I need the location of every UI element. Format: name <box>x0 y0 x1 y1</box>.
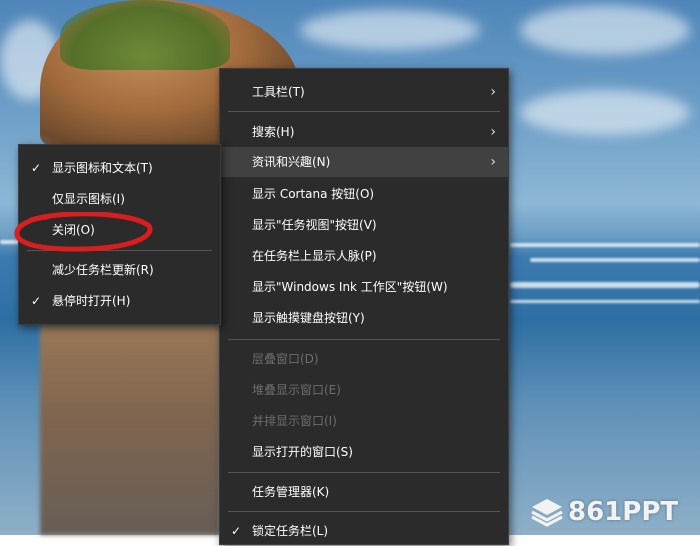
watermark-logo: 861PPT <box>530 495 678 529</box>
watermark-text: 861PPT <box>568 497 679 527</box>
menu-item-label: 并排显示窗口(I) <box>252 414 337 428</box>
menu-item-label: 仅显示图标(I) <box>52 192 125 206</box>
chevron-right-icon: › <box>490 84 496 100</box>
menu-item-cascade-windows: 层叠窗口(D) <box>220 344 508 374</box>
menu-item-news-and-interests[interactable]: 资讯和兴趣(N) › <box>220 147 508 177</box>
menu-item-lock-taskbar[interactable]: ✓ 锁定任务栏(L) <box>220 516 508 546</box>
taskbar-context-menu: 工具栏(T) › 搜索(H) › 资讯和兴趣(N) › 显示 Cortana 按… <box>219 68 509 545</box>
menu-item-label: 在任务栏上显示人脉(P) <box>252 249 377 263</box>
menu-item-show-task-view[interactable]: 显示"任务视图"按钮(V) <box>220 210 508 240</box>
chevron-right-icon: › <box>490 154 496 170</box>
menu-item-show-desktop-windows[interactable]: 显示打开的窗口(S) <box>220 437 508 467</box>
menu-item-show-touch-keyboard[interactable]: 显示触摸键盘按钮(Y) <box>220 303 508 333</box>
menu-item-show-windows-ink[interactable]: 显示"Windows Ink 工作区"按钮(W) <box>220 272 508 302</box>
stack-logo-icon <box>531 499 563 527</box>
cloud <box>520 90 690 135</box>
menu-item-label: 悬停时打开(H) <box>52 294 131 308</box>
red-annotation-circle <box>14 212 153 252</box>
cloud <box>300 10 480 50</box>
submenu-item-show-icon-only[interactable]: 仅显示图标(I) <box>19 184 220 214</box>
sea-rock-reflection <box>40 325 220 535</box>
sea-rock-grass <box>60 0 230 70</box>
submenu-item-reduce-updates[interactable]: 减少任务栏更新(R) <box>19 255 220 285</box>
check-icon: ✓ <box>31 161 42 175</box>
menu-item-label: 显示 Cortana 按钮(O) <box>252 187 375 201</box>
menu-item-label: 显示打开的窗口(S) <box>252 445 353 459</box>
menu-separator <box>228 472 500 473</box>
cloud <box>520 5 690 55</box>
menu-item-show-cortana[interactable]: 显示 Cortana 按钮(O) <box>220 179 508 209</box>
menu-item-toolbars[interactable]: 工具栏(T) › <box>220 77 508 107</box>
menu-item-label: 工具栏(T) <box>252 85 305 99</box>
menu-item-label: 堆叠显示窗口(E) <box>252 383 341 397</box>
check-icon: ✓ <box>31 294 42 308</box>
menu-item-side-by-side-windows: 并排显示窗口(I) <box>220 406 508 436</box>
menu-item-show-people[interactable]: 在任务栏上显示人脉(P) <box>220 241 508 271</box>
check-icon: ✓ <box>231 524 242 538</box>
wave <box>510 243 700 247</box>
menu-item-label: 锁定任务栏(L) <box>252 524 329 538</box>
submenu-item-show-icon-and-text[interactable]: ✓ 显示图标和文本(T) <box>19 153 220 183</box>
menu-item-task-manager[interactable]: 任务管理器(K) <box>220 477 508 507</box>
menu-item-label: 层叠窗口(D) <box>252 352 319 366</box>
chevron-right-icon: › <box>490 124 496 140</box>
wave <box>510 300 700 303</box>
menu-separator <box>228 111 500 112</box>
menu-separator <box>228 511 500 512</box>
menu-item-label: 显示触摸键盘按钮(Y) <box>252 311 365 325</box>
menu-item-stack-windows: 堆叠显示窗口(E) <box>220 375 508 405</box>
menu-item-label: 减少任务栏更新(R) <box>52 263 154 277</box>
submenu-item-open-on-hover[interactable]: ✓ 悬停时打开(H) <box>19 286 220 316</box>
menu-item-label: 显示"任务视图"按钮(V) <box>252 218 377 232</box>
menu-item-label: 资讯和兴趣(N) <box>252 155 331 169</box>
menu-item-label: 显示图标和文本(T) <box>52 161 153 175</box>
wave <box>530 258 700 262</box>
menu-item-label: 任务管理器(K) <box>252 485 330 499</box>
wave <box>510 282 700 288</box>
menu-item-label: 搜索(H) <box>252 125 295 139</box>
menu-item-search[interactable]: 搜索(H) › <box>220 117 508 147</box>
menu-item-label: 显示"Windows Ink 工作区"按钮(W) <box>252 280 448 294</box>
menu-separator <box>228 339 500 340</box>
